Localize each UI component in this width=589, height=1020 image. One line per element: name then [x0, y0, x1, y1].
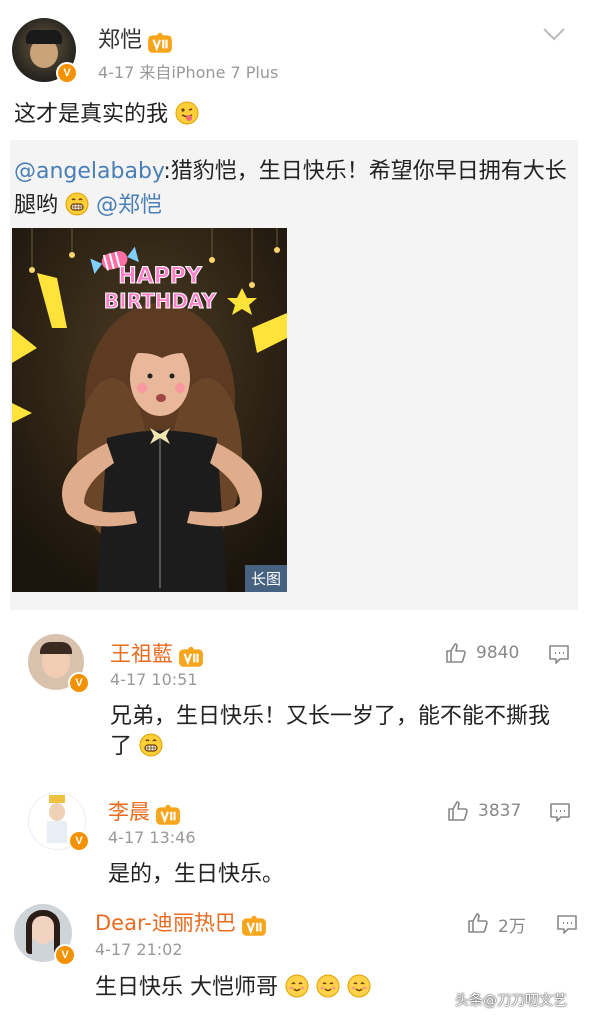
thumbs-up-icon[interactable]	[446, 799, 470, 823]
vip-crown-icon	[147, 32, 173, 54]
post-meta: 4-17 来自iPhone 7 Plus	[98, 63, 279, 82]
comment-time: 4-17 21:02	[95, 940, 183, 959]
repost-trailing-mention[interactable]: @郑恺	[96, 193, 162, 218]
grin-emoji-icon	[139, 733, 163, 757]
comment-author[interactable]: 李晨	[108, 800, 150, 824]
verified-v-icon: V	[54, 944, 76, 966]
comment-author-row: Dear-迪丽热巴	[95, 907, 267, 937]
watermark: 头条@刀刀叨文艺	[455, 993, 567, 1009]
like-count: 2万	[498, 917, 526, 937]
verified-v-icon: V	[56, 62, 78, 84]
comment-text: 生日快乐 大恺师哥	[95, 973, 435, 1003]
blush-emoji-icon	[347, 974, 371, 998]
like-count: 9840	[476, 643, 520, 663]
blush-emoji-icon	[285, 974, 309, 998]
birthday-caption-line1: HAPPY	[118, 264, 203, 289]
verified-v-icon: V	[68, 830, 90, 852]
comment-bubble-icon[interactable]	[548, 800, 572, 824]
comment-body: 兄弟，生日快乐！又长一岁了，能不能不撕我了	[110, 704, 551, 759]
tongue-emoji-icon	[175, 101, 199, 125]
comment-author-row: 李晨	[108, 796, 181, 826]
comment-time: 4-17 10:51	[110, 670, 198, 689]
comment-author[interactable]: Dear-迪丽热巴	[95, 911, 236, 935]
chevron-down-icon[interactable]	[542, 27, 566, 41]
verified-v-icon: V	[68, 672, 90, 694]
comment-body: 是的，生日快乐。	[108, 862, 285, 887]
birthday-caption-line2: BIRTHDAY	[104, 289, 217, 313]
vip-crown-icon	[241, 915, 267, 937]
thumbs-up-icon[interactable]	[466, 911, 490, 935]
birthday-photo: HAPPY BIRTHDAY	[12, 228, 287, 592]
thumbs-up-icon[interactable]	[444, 641, 468, 665]
post-text-row: 这才是真实的我	[14, 100, 199, 130]
vip-crown-icon	[178, 646, 204, 668]
blush-emoji-icon	[316, 974, 340, 998]
comment-author[interactable]: 王祖藍	[110, 642, 173, 666]
comment-text: 是的，生日快乐。	[108, 860, 568, 890]
like-count: 3837	[478, 801, 522, 821]
long-image-badge: 长图	[244, 565, 287, 592]
comment-body: 生日快乐 大恺师哥	[95, 975, 278, 1000]
repost-text: @angelababy:猎豹恺，生日快乐！希望你早日拥有大长腿哟 @郑恺	[14, 155, 574, 223]
comment-time: 4-17 13:46	[108, 828, 196, 847]
comment-bubble-icon[interactable]	[547, 642, 571, 666]
vip-crown-icon	[155, 804, 181, 826]
repost-mention[interactable]: @angelababy	[14, 159, 163, 184]
author-name[interactable]: 郑恺	[98, 28, 142, 53]
comment-text: 兄弟，生日快乐！又长一岁了，能不能不撕我了	[110, 702, 570, 762]
grin-emoji-icon	[65, 192, 89, 216]
post-text: 这才是真实的我	[14, 102, 169, 127]
comment-bubble-icon[interactable]	[555, 912, 579, 936]
repost-image[interactable]: HAPPY BIRTHDAY 长图	[12, 228, 287, 592]
comment-author-row: 王祖藍	[110, 638, 204, 668]
author-name-row: 郑恺	[98, 22, 173, 54]
